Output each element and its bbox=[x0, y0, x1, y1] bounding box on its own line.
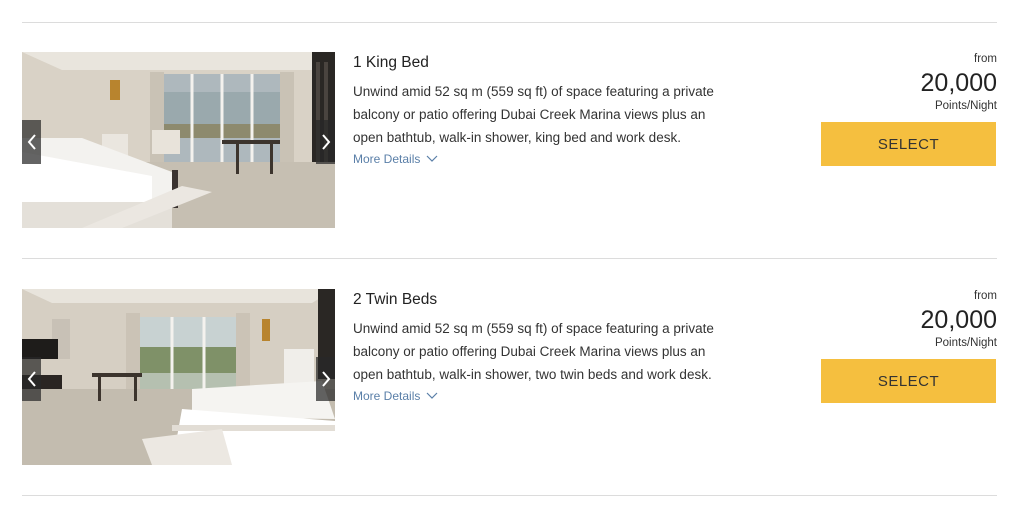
points-price: 20,000 bbox=[920, 306, 997, 334]
points-price: 20,000 bbox=[920, 69, 997, 97]
points-per-night-label: Points/Night bbox=[934, 337, 997, 349]
points-per-night-label: Points/Night bbox=[934, 100, 997, 112]
select-button[interactable]: SELECT bbox=[821, 122, 996, 166]
divider bbox=[22, 22, 997, 23]
chevron-right-icon bbox=[321, 371, 330, 387]
carousel-prev-button[interactable] bbox=[22, 357, 41, 401]
carousel-prev-button[interactable] bbox=[22, 120, 41, 164]
more-details-label: More Details bbox=[353, 152, 421, 166]
carousel-next-button[interactable] bbox=[316, 357, 335, 401]
more-details-link[interactable]: More Details bbox=[353, 389, 438, 403]
chevron-left-icon bbox=[27, 371, 36, 387]
room-card-king: 1 King Bed Unwind amid 52 sq m (559 sq f… bbox=[0, 52, 1024, 230]
select-button[interactable]: SELECT bbox=[821, 359, 996, 403]
chevron-down-icon bbox=[426, 155, 438, 162]
room-photo bbox=[22, 289, 335, 465]
room-description: Unwind amid 52 sq m (559 sq ft) of space… bbox=[353, 321, 714, 382]
divider bbox=[22, 495, 997, 496]
from-label: from bbox=[974, 290, 997, 302]
room-pricing: from 20,000 Points/Night SELECT bbox=[821, 52, 997, 166]
more-details-link[interactable]: More Details bbox=[353, 152, 438, 166]
room-title: 1 King Bed bbox=[353, 54, 429, 71]
room-description: Unwind amid 52 sq m (559 sq ft) of space… bbox=[353, 84, 714, 145]
divider bbox=[22, 258, 997, 259]
chevron-down-icon bbox=[426, 392, 438, 399]
room-card-twin: 2 Twin Beds Unwind amid 52 sq m (559 sq … bbox=[0, 289, 1024, 467]
room-list: 1 King Bed Unwind amid 52 sq m (559 sq f… bbox=[0, 0, 1024, 520]
room-title: 2 Twin Beds bbox=[353, 291, 438, 308]
room-photo-carousel[interactable] bbox=[22, 289, 335, 465]
from-label: from bbox=[974, 53, 997, 65]
more-details-label: More Details bbox=[353, 389, 421, 403]
room-photo-carousel[interactable] bbox=[22, 52, 335, 228]
carousel-next-button[interactable] bbox=[316, 120, 335, 164]
room-photo bbox=[22, 52, 335, 228]
room-pricing: from 20,000 Points/Night SELECT bbox=[821, 289, 997, 403]
room-info: 1 King Bed Unwind amid 52 sq m (559 sq f… bbox=[353, 52, 738, 168]
room-info: 2 Twin Beds Unwind amid 52 sq m (559 sq … bbox=[353, 289, 738, 405]
chevron-left-icon bbox=[27, 134, 36, 150]
chevron-right-icon bbox=[321, 134, 330, 150]
